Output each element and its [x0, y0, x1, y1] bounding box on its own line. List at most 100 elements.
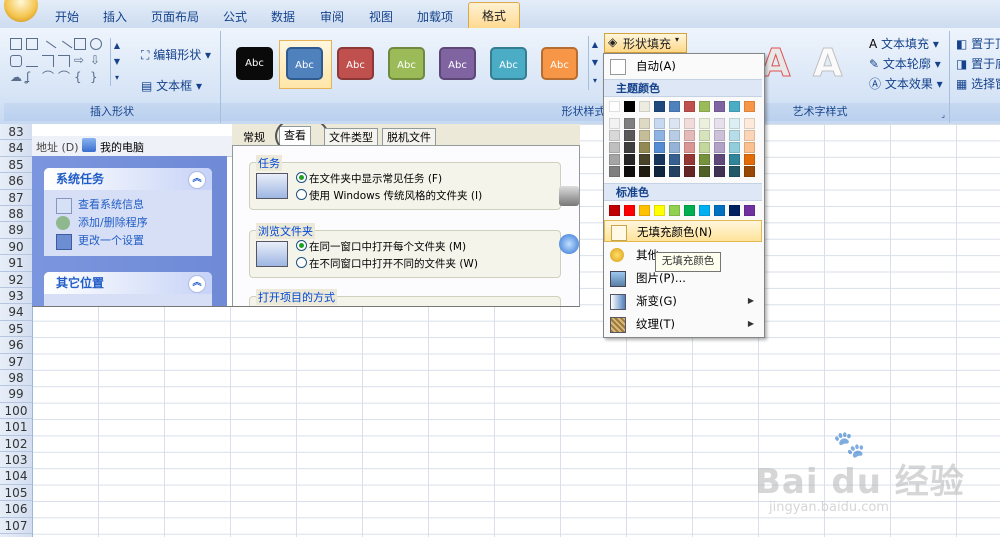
menu-item-gradient[interactable]: 渐变(G) ▶ — [604, 290, 762, 312]
tab-review[interactable]: 审阅 — [320, 8, 344, 25]
row-number[interactable]: 100 — [0, 403, 32, 420]
row-number[interactable]: 106 — [0, 501, 32, 518]
row-number[interactable]: 103 — [0, 452, 32, 469]
theme-shade-swatch[interactable] — [714, 118, 725, 129]
theme-shade-swatch[interactable] — [744, 130, 755, 141]
standard-color-swatch[interactable] — [729, 205, 740, 216]
theme-shade-swatch[interactable] — [624, 154, 635, 165]
wordart-style-red-outline[interactable]: A — [760, 41, 790, 86]
row-number[interactable]: 97 — [0, 354, 32, 370]
system-tasks-header[interactable]: 系统任务 ︽ — [44, 168, 212, 190]
theme-shade-swatch[interactable] — [624, 142, 635, 153]
row-number[interactable]: 93 — [0, 288, 32, 305]
theme-shade-swatch[interactable] — [654, 142, 665, 153]
row-number[interactable]: 96 — [0, 337, 32, 354]
task-change-setting[interactable]: 更改一个设置 — [44, 232, 212, 250]
shape-style-black[interactable]: Abc — [236, 47, 273, 80]
theme-shade-swatch[interactable] — [699, 142, 710, 153]
row-number[interactable]: 92 — [0, 272, 32, 288]
theme-color-swatch[interactable] — [744, 101, 755, 112]
curve-shape-icon[interactable]: ⌒ — [42, 71, 54, 84]
edit-shape-button[interactable]: ⛶ 编辑形状 ▾ — [141, 46, 211, 63]
row-number[interactable]: 91 — [0, 255, 32, 272]
theme-color-swatch[interactable] — [654, 101, 665, 112]
standard-color-swatch[interactable] — [714, 205, 725, 216]
collapse-icon[interactable]: ︽ — [188, 171, 206, 189]
shape-style-red[interactable]: Abc — [337, 47, 374, 80]
wordart-gallery[interactable]: A A — [760, 41, 861, 91]
theme-shade-swatch[interactable] — [669, 166, 680, 177]
row-number[interactable]: 101 — [0, 419, 32, 436]
text-effects-button[interactable]: Ⓐ 文本效果 ▾ — [869, 75, 943, 92]
theme-shade-swatch[interactable] — [714, 154, 725, 165]
row-number[interactable]: 98 — [0, 370, 32, 387]
tab-addins[interactable]: 加载项 — [417, 8, 453, 25]
standard-color-swatch[interactable] — [684, 205, 695, 216]
theme-color-swatch[interactable] — [714, 101, 725, 112]
tab-file-types[interactable]: 文件类型 — [324, 128, 378, 146]
row-number[interactable]: 102 — [0, 436, 32, 452]
office-button[interactable] — [4, 0, 38, 22]
theme-shade-swatch[interactable] — [654, 166, 665, 177]
scribble-shape-icon[interactable]: ʆ — [26, 71, 38, 84]
theme-shade-swatch[interactable] — [669, 118, 680, 129]
theme-shade-swatch[interactable] — [684, 118, 695, 129]
radio-new-window[interactable]: 在不同窗口中打开不同的文件夹 (W) — [296, 256, 478, 271]
text-fill-button[interactable]: A 文本填充 ▾ — [869, 35, 939, 52]
elbow-arrow-shape-icon[interactable] — [58, 55, 70, 67]
row-number[interactable]: 104 — [0, 468, 32, 485]
theme-color-swatch[interactable] — [684, 101, 695, 112]
row-number[interactable]: 84 — [0, 140, 32, 157]
theme-shade-swatch[interactable] — [609, 154, 620, 165]
text-outline-button[interactable]: ✎ 文本轮廓 ▾ — [869, 55, 941, 72]
menu-item-no-fill[interactable]: 无填充颜色(N) — [604, 220, 762, 242]
standard-color-swatch[interactable] — [744, 205, 755, 216]
tab-formulas[interactable]: 公式 — [223, 8, 247, 25]
theme-shade-swatch[interactable] — [729, 130, 740, 141]
shape-gallery-scroll[interactable]: ▲ ▼ ▾ — [110, 38, 123, 86]
theme-shade-swatch[interactable] — [654, 118, 665, 129]
shape-gallery[interactable]: ⇨ ⇩ ☁ ʆ ⌒ ⌒ { } ▲ ▼ ▾ — [10, 38, 128, 90]
arc-shape-icon[interactable]: ⌒ — [58, 71, 70, 84]
text-box-button[interactable]: ▤ 文本框 ▾ — [141, 77, 202, 94]
tab-data[interactable]: 数据 — [271, 8, 295, 25]
radio-same-window[interactable]: 在同一窗口中打开每个文件夹 (M) — [296, 239, 466, 254]
theme-color-swatch[interactable] — [699, 101, 710, 112]
row-number[interactable]: 99 — [0, 386, 32, 403]
theme-shade-swatch[interactable] — [624, 118, 635, 129]
tab-general[interactable]: 常规 — [238, 128, 270, 146]
row-number[interactable]: 85 — [0, 157, 32, 174]
textbox-shape-icon[interactable] — [10, 38, 22, 50]
tab-format[interactable]: 格式 — [468, 2, 520, 29]
theme-shade-swatch[interactable] — [654, 154, 665, 165]
theme-shade-swatch[interactable] — [669, 142, 680, 153]
collapse-icon[interactable]: ︽ — [188, 275, 206, 293]
theme-shade-swatch[interactable] — [684, 130, 695, 141]
theme-color-swatch[interactable] — [624, 101, 635, 112]
vertical-textbox-shape-icon[interactable] — [26, 38, 38, 50]
theme-shade-swatch[interactable] — [609, 118, 620, 129]
other-places-header[interactable]: 其它位置 ︽ — [44, 272, 212, 294]
theme-shade-swatch[interactable] — [729, 154, 740, 165]
standard-color-swatch[interactable] — [699, 205, 710, 216]
standard-color-swatch[interactable] — [609, 205, 620, 216]
row-number[interactable]: 89 — [0, 222, 32, 239]
rectangle-shape-icon[interactable] — [74, 38, 86, 50]
row-number[interactable]: 94 — [0, 304, 32, 321]
menu-item-automatic[interactable]: 自动(A) — [604, 55, 762, 77]
row-number[interactable]: 88 — [0, 206, 32, 223]
row-number[interactable]: 83 — [0, 124, 32, 141]
theme-shade-swatch[interactable] — [744, 118, 755, 129]
right-brace-shape-icon[interactable]: } — [90, 71, 102, 84]
theme-shade-swatch[interactable] — [639, 130, 650, 141]
tab-offline-files[interactable]: 脱机文件 — [382, 128, 436, 146]
elbow-connector-shape-icon[interactable] — [42, 55, 54, 67]
theme-shade-swatch[interactable] — [639, 166, 650, 177]
bring-to-front-button[interactable]: ◧ 置于顶 — [956, 35, 1000, 52]
theme-shade-swatch[interactable] — [684, 142, 695, 153]
theme-shade-swatch[interactable] — [639, 154, 650, 165]
row-number[interactable]: 87 — [0, 190, 32, 206]
triangle-shape-icon[interactable] — [26, 55, 38, 67]
row-number[interactable]: 90 — [0, 239, 32, 256]
right-arrow-shape-icon[interactable]: ⇨ — [74, 54, 86, 67]
